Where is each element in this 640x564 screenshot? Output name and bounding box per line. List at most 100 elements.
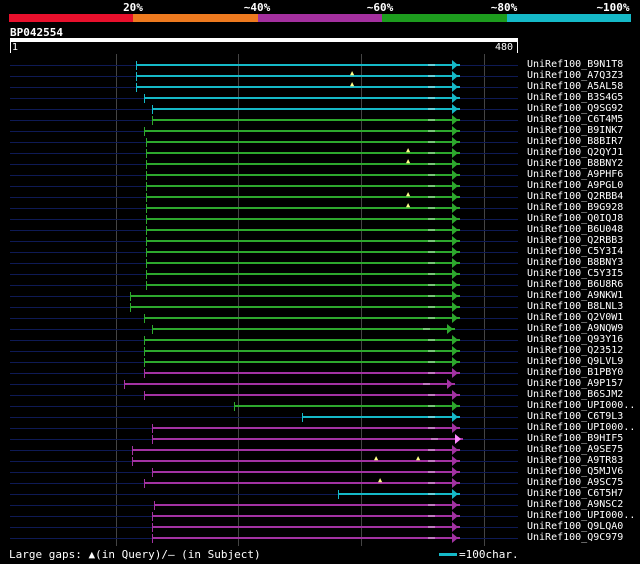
hit-bar[interactable]: [144, 372, 460, 374]
hit-start-cap: [152, 523, 153, 532]
hit-bar[interactable]: [152, 537, 460, 539]
subject-gap: [428, 317, 435, 319]
hit-bar[interactable]: [146, 163, 460, 165]
query-sequence-bar: [10, 38, 518, 42]
subject-gap: [428, 361, 435, 363]
subject-gap: [428, 251, 435, 253]
subject-gap: [428, 350, 435, 352]
hit-bar[interactable]: [338, 493, 460, 495]
hit-bar[interactable]: [152, 427, 460, 429]
hit-start-cap: [152, 512, 153, 521]
query-gap-marker: ▲: [350, 80, 355, 88]
hit-end-arrow: [455, 434, 461, 444]
hit-bar[interactable]: [152, 471, 460, 473]
subject-gap: [428, 119, 435, 121]
hit-end-arrow: [452, 214, 458, 224]
hit-end-arrow: [452, 478, 458, 488]
hit-bar[interactable]: [144, 350, 460, 352]
hit-name[interactable]: UniRef100_Q9C979: [527, 532, 623, 544]
hit-bar[interactable]: [146, 141, 460, 143]
hit-end-arrow: [452, 467, 458, 477]
hit-end-arrow: [452, 445, 458, 455]
hit-end-arrow: [452, 60, 458, 70]
hit-start-cap: [146, 259, 147, 268]
hit-start-cap: [152, 534, 153, 543]
hit-bar[interactable]: [152, 515, 460, 517]
hit-bar[interactable]: [146, 273, 460, 275]
hit-bar[interactable]: [146, 262, 460, 264]
hit-bar[interactable]: [146, 218, 460, 220]
subject-gap: [428, 240, 435, 242]
hit-bar[interactable]: [146, 284, 460, 286]
hit-bar[interactable]: [234, 405, 460, 407]
hit-end-arrow: [452, 82, 458, 92]
hit-bar[interactable]: [144, 339, 460, 341]
hit-end-arrow: [452, 137, 458, 147]
hit-start-cap: [146, 270, 147, 279]
subject-gap: [428, 284, 435, 286]
hit-bar[interactable]: [302, 416, 460, 418]
hit-end-arrow: [452, 291, 458, 301]
hit-end-arrow: [452, 203, 458, 213]
hit-bar[interactable]: [136, 64, 460, 66]
hit-bar[interactable]: [146, 229, 460, 231]
hit-bar[interactable]: [146, 207, 460, 209]
hit-bar[interactable]: [146, 240, 460, 242]
hit-bar[interactable]: [136, 86, 460, 88]
hit-bar[interactable]: [144, 394, 460, 396]
query-gap-marker: ▲: [350, 69, 355, 77]
hit-bar[interactable]: [152, 438, 463, 440]
hit-bar[interactable]: [146, 174, 460, 176]
hit-bar[interactable]: [146, 185, 460, 187]
hit-bar[interactable]: [132, 460, 460, 462]
hit-start-cap: [146, 215, 147, 224]
hit-start-cap: [338, 490, 339, 499]
hit-bar[interactable]: [130, 306, 460, 308]
subject-gap: [428, 273, 435, 275]
hit-bar[interactable]: [152, 119, 460, 121]
hit-start-cap: [146, 281, 147, 290]
hit-end-arrow: [452, 456, 458, 466]
subject-gap: [423, 328, 430, 330]
subject-gap: [428, 537, 435, 539]
hit-end-arrow: [452, 335, 458, 345]
subject-gap: [428, 141, 435, 143]
hit-end-arrow: [452, 170, 458, 180]
hit-start-cap: [146, 204, 147, 213]
hit-start-cap: [144, 314, 145, 323]
hit-bar[interactable]: [132, 449, 460, 451]
query-gap-marker: ▲: [374, 454, 379, 462]
hit-start-cap: [146, 193, 147, 202]
hit-start-cap: [144, 391, 145, 400]
hit-end-arrow: [452, 423, 458, 433]
hit-start-cap: [130, 292, 131, 301]
hit-bar[interactable]: [124, 383, 455, 385]
legend-label-40: ~40%: [243, 1, 271, 14]
legend-labels: 20% ~40% ~60% ~80% ~100%: [9, 0, 631, 14]
hit-bar[interactable]: [154, 504, 460, 506]
hit-start-cap: [136, 83, 137, 92]
hit-bar[interactable]: [146, 251, 460, 253]
hit-bar[interactable]: [152, 526, 460, 528]
hit-bar[interactable]: [144, 130, 460, 132]
hit-end-arrow: [452, 346, 458, 356]
hit-bar[interactable]: [146, 196, 460, 198]
subject-gap: [428, 471, 435, 473]
subject-gap: [428, 306, 435, 308]
hit-bar[interactable]: [144, 97, 460, 99]
large-gaps-legend: Large gaps: ▲(in Query)/– (in Subject): [9, 548, 261, 561]
hit-bar[interactable]: [144, 482, 460, 484]
hit-end-arrow: [452, 533, 458, 543]
hit-row[interactable]: UniRef100_Q9C979: [0, 532, 640, 544]
hit-bar[interactable]: [144, 361, 460, 363]
hit-bar[interactable]: [130, 295, 460, 297]
legend-label-60: ~60%: [366, 1, 394, 14]
hit-bar[interactable]: [144, 317, 460, 319]
hit-bar[interactable]: [152, 108, 460, 110]
hit-start-cap: [146, 171, 147, 180]
hit-bar[interactable]: [136, 75, 460, 77]
hit-bar[interactable]: [152, 328, 455, 330]
subject-gap: [428, 185, 435, 187]
hit-bar[interactable]: [146, 152, 460, 154]
hit-end-arrow: [452, 192, 458, 202]
